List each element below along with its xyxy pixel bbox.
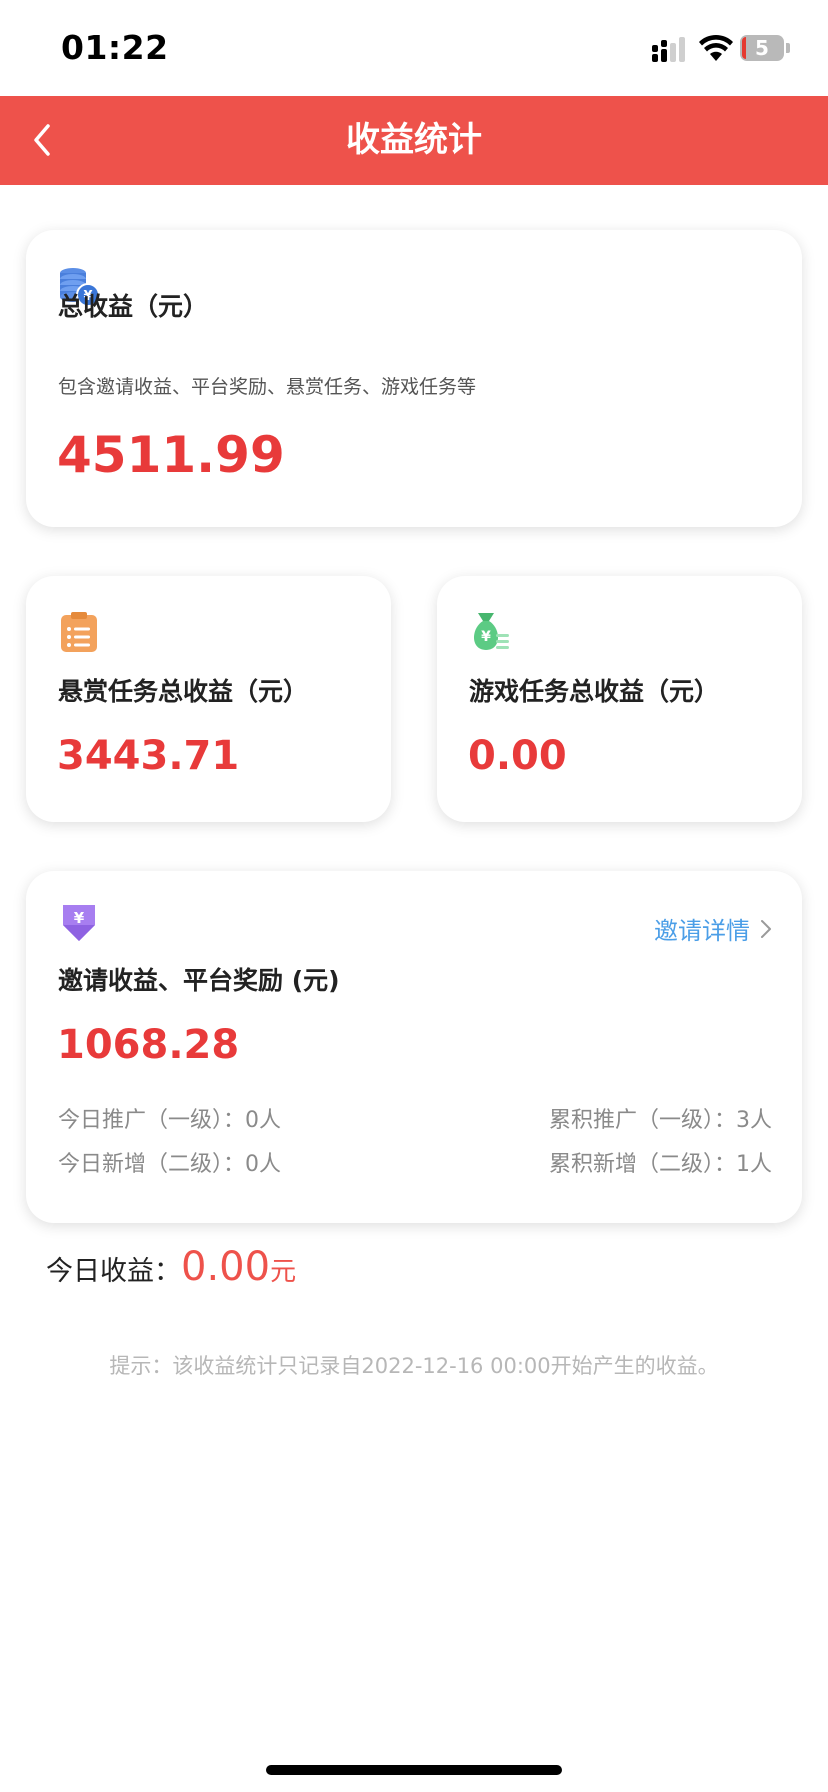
invite-details-label: 邀请详情	[654, 917, 750, 945]
bounty-earnings-value: 3443.71	[57, 733, 240, 779]
bounty-earnings-label: 悬赏任务总收益（元）	[58, 677, 309, 706]
yen-download-icon: ¥	[63, 905, 95, 941]
invite-details-link[interactable]: 邀请详情	[654, 911, 772, 946]
total-earnings-card: ¥ 总收益（元） 包含邀请收益、平台奖励、悬赏任务、游戏任务等 4511.99	[26, 230, 802, 527]
hint-text: 提示：该收益统计只记录自2022-12-16 00:00开始产生的收益。	[109, 1354, 719, 1378]
status-time: 01:22	[61, 28, 169, 67]
status-bar: 01:22 5	[0, 0, 828, 96]
stat-today-new: 今日新增（二级）：0人	[58, 1152, 281, 1177]
total-earnings-desc: 包含邀请收益、平台奖励、悬赏任务、游戏任务等	[58, 376, 477, 398]
page-title: 收益统计	[346, 120, 482, 160]
game-earnings-label: 游戏任务总收益（元）	[469, 677, 720, 706]
battery-icon: 5	[740, 35, 790, 63]
stat-total-promote: 累积推广（一级）：3人	[549, 1108, 772, 1133]
home-indicator	[266, 1765, 562, 1775]
stat-today-promote: 今日推广（一级）：0人	[58, 1108, 281, 1133]
game-earnings-card: ¥ 游戏任务总收益（元） 0.00	[437, 576, 802, 822]
today-earnings-value: 0.00	[181, 1244, 271, 1290]
back-arrow-icon[interactable]	[28, 118, 56, 162]
chevron-right-icon	[761, 919, 771, 938]
today-earnings-label: 今日收益：	[46, 1256, 181, 1287]
bounty-earnings-card: 悬赏任务总收益（元） 3443.71	[26, 576, 391, 822]
money-bag-icon: ¥	[473, 613, 509, 650]
today-earnings: 今日收益：0.00元	[46, 1244, 296, 1294]
battery-level: 5	[755, 36, 769, 60]
today-earnings-unit: 元	[270, 1257, 297, 1287]
nav-bar: 收益统计	[0, 96, 828, 185]
total-earnings-value: 4511.99	[57, 426, 285, 484]
stat-total-new: 累积新增（二级）：1人	[549, 1152, 772, 1177]
game-earnings-value: 0.00	[468, 733, 567, 779]
invite-earnings-card: ¥ 邀请详情 邀请收益、平台奖励 (元) 1068.28 今日推广（一级）：0人…	[26, 871, 802, 1223]
clipboard-icon	[61, 612, 97, 652]
wifi-icon	[699, 34, 733, 61]
svg-text:¥: ¥	[481, 629, 491, 645]
invite-earnings-value: 1068.28	[57, 1022, 240, 1068]
invite-earnings-label: 邀请收益、平台奖励 (元)	[58, 966, 340, 995]
total-earnings-label: 总收益（元）	[58, 292, 209, 321]
cellular-signal-icon	[652, 37, 685, 62]
svg-text:¥: ¥	[74, 909, 85, 927]
